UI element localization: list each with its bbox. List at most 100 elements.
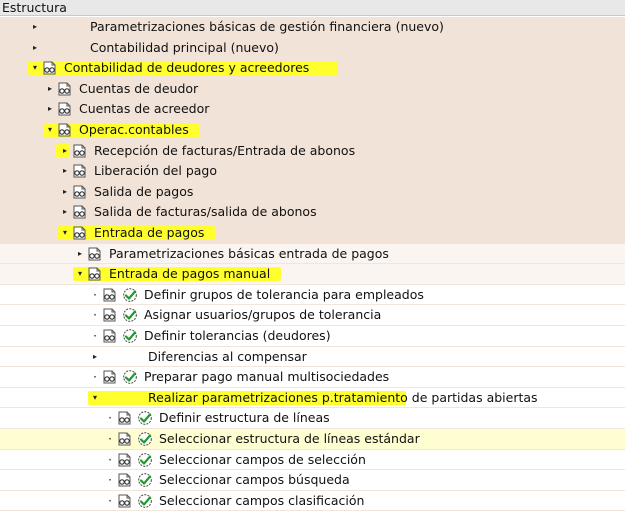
tree-node[interactable]: ▸ Parametrizaciones básicas de gestión fi… (0, 17, 625, 38)
leaf-bullet-icon: · (108, 452, 112, 467)
documentation-icon[interactable] (72, 184, 88, 200)
tree-node-label[interactable]: Seleccionar campos búsqueda (159, 470, 350, 490)
tree-node[interactable]: ▸ Parametrizaciones básicas entrada de pa… (0, 243, 625, 265)
execute-check-icon[interactable] (137, 472, 153, 488)
tree-node-label[interactable]: Salida de pagos (94, 182, 193, 202)
tree-node[interactable]: ▸ Liberación del pago (0, 161, 625, 182)
documentation-icon[interactable] (117, 493, 133, 509)
execute-check-icon[interactable] (137, 452, 153, 468)
leaf-bullet-icon: · (108, 411, 112, 426)
tree-node[interactable]: ▾ Realizar parametrizaciones p.tratamient… (0, 388, 625, 409)
tree-node[interactable]: · Seleccionar campos clasificación (0, 491, 625, 512)
documentation-icon[interactable] (72, 204, 88, 220)
collapse-arrow-icon[interactable]: ▾ (45, 124, 55, 136)
documentation-icon[interactable] (57, 101, 73, 117)
tree-node-label[interactable]: Entrada de pagos manual (109, 264, 270, 284)
documentation-icon[interactable] (57, 122, 73, 138)
tree-node-label[interactable]: Definir estructura de líneas (159, 408, 330, 428)
tree-node-label[interactable]: Realizar parametrizaciones p.tratamiento… (148, 388, 538, 408)
tree-node[interactable]: · Definir grupos de tolerancia para emple… (0, 285, 625, 306)
tree-node-label[interactable]: Operac.contables (79, 120, 189, 140)
expand-arrow-icon[interactable]: ▸ (30, 42, 40, 54)
tree-node[interactable]: ▾ Entrada de pagos manual (0, 264, 625, 285)
leaf-bullet-icon: · (93, 287, 97, 302)
tree-node[interactable]: ▸ Salida de facturas/salida de abonos (0, 202, 625, 223)
tree-node-label[interactable]: Parametrizaciones básicas entrada de pag… (109, 244, 389, 264)
tree-node-label[interactable]: Liberación del pago (94, 161, 217, 181)
expand-arrow-icon[interactable]: ▸ (60, 206, 70, 218)
expand-arrow-icon[interactable]: ▸ (90, 351, 100, 363)
expand-arrow-icon[interactable]: ▸ (30, 21, 40, 33)
documentation-icon[interactable] (42, 60, 58, 76)
tree-node[interactable]: · Seleccionar campos búsqueda (0, 470, 625, 491)
tree-node-label[interactable]: Recepción de facturas/Entrada de abonos (94, 141, 355, 161)
tree-node-label[interactable]: Seleccionar estructura de líneas estánda… (159, 429, 420, 449)
leaf-bullet-icon: · (93, 329, 97, 343)
tree-node[interactable]: · Seleccionar campos de selección (0, 450, 625, 471)
tree-node-label[interactable]: Contabilidad principal (nuevo) (90, 38, 279, 58)
leaf-bullet-icon: · (108, 493, 112, 508)
documentation-icon[interactable] (72, 163, 88, 179)
documentation-icon[interactable] (57, 81, 73, 97)
tree-node[interactable]: ▸ Diferencias al compensar (0, 347, 625, 368)
documentation-icon[interactable] (102, 369, 118, 385)
leaf-bullet-icon: · (108, 432, 112, 446)
tree-node[interactable]: ▸ Contabilidad principal (nuevo) (0, 37, 625, 59)
documentation-icon[interactable] (87, 266, 103, 282)
documentation-icon[interactable] (102, 307, 118, 323)
tree-node-label[interactable]: Seleccionar campos clasificación (159, 491, 364, 511)
tree-node-label[interactable]: Contabilidad de deudores y acreedores (64, 58, 309, 78)
tree-node-label[interactable]: Cuentas de acreedor (79, 99, 209, 119)
documentation-icon[interactable] (117, 452, 133, 468)
expand-arrow-icon[interactable]: ▸ (60, 186, 70, 198)
tree-node[interactable]: · Seleccionar estructura de líneas estánd… (0, 429, 625, 450)
collapse-arrow-icon[interactable]: ▾ (60, 227, 70, 239)
collapse-arrow-icon[interactable]: ▾ (30, 62, 40, 74)
expand-arrow-icon[interactable]: ▸ (75, 248, 85, 260)
tree-node[interactable]: ▾ Contabilidad de deudores y acreedores (0, 58, 625, 79)
tree-node[interactable]: ▸ Recepción de facturas/Entrada de abonos (0, 140, 625, 162)
tree-node[interactable]: ▾ Operac.contables (0, 120, 625, 141)
tree-node-label[interactable]: Asignar usuarios/grupos de tolerancia (144, 305, 381, 325)
leaf-bullet-icon: · (108, 473, 112, 488)
expand-arrow-icon[interactable]: ▸ (45, 103, 55, 115)
documentation-icon[interactable] (72, 143, 88, 159)
tree-node[interactable]: · Preparar pago manual multisociedades (0, 367, 625, 388)
tree-node[interactable]: ▸ Cuentas de acreedor (0, 99, 625, 120)
tree-node[interactable]: · Definir tolerancias (deudores) (0, 326, 625, 347)
execute-check-icon[interactable] (122, 369, 138, 385)
documentation-icon[interactable] (117, 410, 133, 426)
tree-node[interactable]: · Definir estructura de líneas (0, 408, 625, 429)
documentation-icon[interactable] (117, 431, 133, 447)
documentation-icon[interactable] (117, 472, 133, 488)
tree-node-label[interactable]: Parametrizaciones básicas de gestión fin… (90, 17, 444, 37)
tree-node[interactable]: ▸ Salida de pagos (0, 181, 625, 203)
execute-check-icon[interactable] (122, 307, 138, 323)
tree-node-label[interactable]: Definir grupos de tolerancia para emplea… (144, 285, 424, 305)
tree-node-label[interactable]: Salida de facturas/salida de abonos (94, 202, 317, 222)
expand-arrow-icon[interactable]: ▸ (60, 145, 70, 157)
expand-arrow-icon[interactable]: ▸ (45, 83, 55, 95)
execute-check-icon[interactable] (137, 410, 153, 426)
execute-check-icon[interactable] (137, 493, 153, 509)
tree-node-label[interactable]: Definir tolerancias (deudores) (144, 326, 331, 346)
documentation-icon[interactable] (87, 246, 103, 262)
documentation-icon[interactable] (102, 328, 118, 344)
tree-node-label[interactable]: Entrada de pagos (94, 223, 204, 243)
tree-node-label[interactable]: Cuentas de deudor (79, 79, 198, 99)
documentation-icon[interactable] (72, 225, 88, 241)
execute-check-icon[interactable] (122, 328, 138, 344)
tree-node-label[interactable]: Seleccionar campos de selección (159, 450, 366, 470)
documentation-icon[interactable] (102, 287, 118, 303)
tree-node[interactable]: ▸ Cuentas de deudor (0, 78, 625, 100)
tree-node[interactable]: · Asignar usuarios/grupos de tolerancia (0, 305, 625, 326)
execute-check-icon[interactable] (122, 287, 138, 303)
collapse-arrow-icon[interactable]: ▾ (90, 392, 100, 404)
tree-node-label[interactable]: Diferencias al compensar (148, 347, 307, 367)
tree-node[interactable]: ▾ Entrada de pagos (0, 223, 625, 244)
execute-check-icon[interactable] (137, 431, 153, 447)
expand-arrow-icon[interactable]: ▸ (60, 165, 70, 177)
tree-node-label[interactable]: Preparar pago manual multisociedades (144, 367, 389, 387)
leaf-bullet-icon: · (93, 308, 97, 323)
collapse-arrow-icon[interactable]: ▾ (75, 268, 85, 280)
